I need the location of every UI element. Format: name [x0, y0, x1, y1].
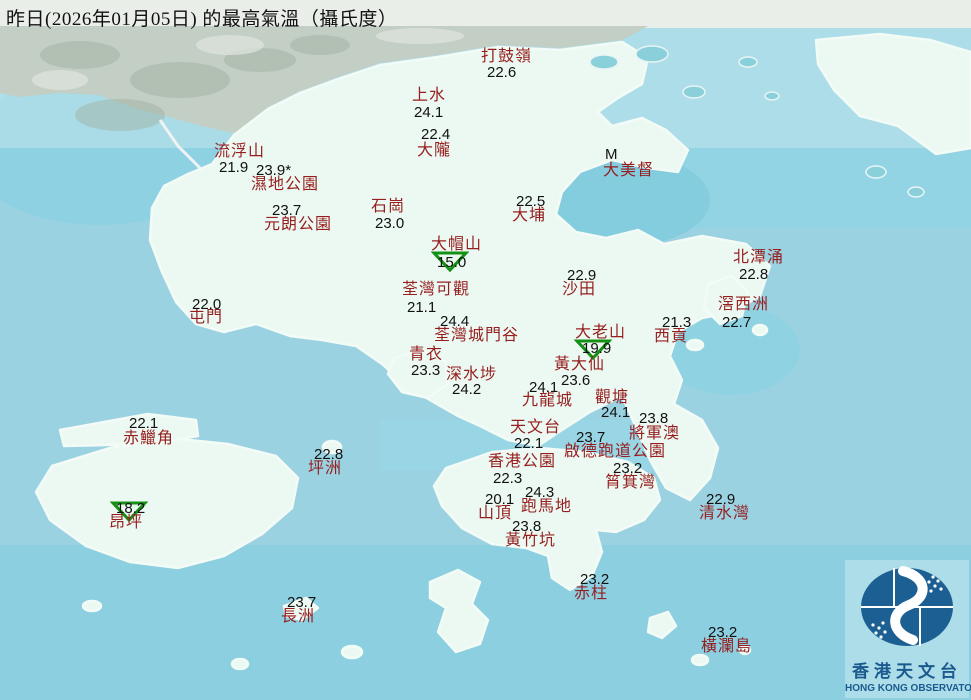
station-name: 元朗公園 [264, 216, 333, 233]
station-temperature-value: 18.2 [116, 500, 146, 517]
station-temperature-value: 19.9 [582, 340, 612, 357]
station-temperature-value: 22.1 [129, 415, 159, 432]
station-temperature-value: 23.2 [708, 624, 738, 641]
station-name: 黃大仙 [554, 356, 606, 373]
station-temperature-value: 22.5 [516, 193, 546, 210]
station-temperature-value: 22.3 [493, 470, 523, 487]
station-temperature-value: 24.2 [452, 381, 482, 398]
station-name: 滘西洲 [718, 296, 770, 313]
hko-logo-icon [861, 566, 953, 646]
station-name: 大帽山 [431, 236, 483, 253]
station-temperature-value: 23.6 [561, 372, 591, 389]
station-temperature-value: 22.8 [739, 266, 769, 283]
station-temperature-value: 23.2 [580, 571, 610, 588]
station-temperature-value: 22.9 [706, 491, 736, 508]
station-temperature-value: 23.7 [272, 202, 302, 219]
station-temperature-value: 23.3 [411, 362, 441, 379]
station-temperature-value: 21.3 [662, 314, 692, 331]
station-temperature-value: 21.1 [407, 299, 437, 316]
station-temperature-value: 22.6 [487, 64, 517, 81]
station-temperature-value: 22.0 [192, 296, 222, 313]
station-temperature-value: 22.8 [314, 446, 344, 463]
station-name: 大埔 [512, 207, 547, 224]
station-temperature-value: 22.9 [567, 267, 597, 284]
station-name: 大美督 [603, 162, 655, 179]
station-temperature-value: 22.7 [722, 314, 752, 331]
station-temperature-value: 21.9 [219, 159, 249, 176]
station-name: 上水 [412, 87, 447, 104]
station-temperature-value: 23.7 [287, 594, 317, 611]
station-temperature-value: 22.4 [421, 126, 451, 143]
station-temperature-value: 24.1 [601, 404, 631, 421]
station-name: 橫瀾島 [701, 638, 753, 655]
station-name: 荃灣城門谷 [434, 327, 520, 344]
station-name: 香港公園 [488, 453, 557, 470]
station-temperature-value: 23.2 [613, 460, 643, 477]
hko-logo-en-text: HONG KONG OBSERVATORY [845, 683, 971, 694]
station-name: 沙田 [562, 281, 597, 298]
station-name: 荃灣可觀 [402, 281, 471, 298]
page-title: 昨日(2026年01月05日) 的最高氣溫（攝氏度） [6, 9, 398, 30]
station-temperature-value: 24.1 [529, 379, 559, 396]
station-name: 黃竹坑 [505, 532, 557, 549]
stations-layer: 打鼓嶺 22.6 上水 24.1 大隴 22.4 流浮山 21.9 濕地公園 23.9* 元朗公園 2… [0, 0, 971, 700]
station-name: 青衣 [409, 346, 444, 363]
station-name: 流浮山 [214, 143, 266, 160]
station-temperature-value: 22.1 [514, 435, 544, 452]
station-name: 啟德跑道公園 [564, 443, 667, 460]
station-temperature-value: 15.0 [437, 254, 467, 271]
station-temperature-value: 20.1 [485, 491, 515, 508]
station-name: 大隴 [417, 142, 452, 159]
station-name: 清水灣 [699, 505, 751, 522]
weather-map-page: 昨日(2026年01月05日) 的最高氣溫（攝氏度） 打鼓嶺 22.6 上水 24.1… [0, 0, 971, 700]
station-temperature-value: 24.4 [440, 313, 470, 330]
station-temperature-value: 24.1 [414, 104, 444, 121]
station-name: 將軍澳 [629, 425, 681, 442]
station-name: 昂坪 [109, 514, 144, 531]
station-name: 西貢 [654, 328, 689, 345]
station-temperature-value: 23.8 [639, 410, 669, 427]
station-name: 天文台 [510, 419, 562, 436]
hko-logo-zh-text: 香港天文台 [852, 662, 962, 681]
station-name: 石崗 [371, 198, 406, 215]
station-name: 筲箕灣 [605, 474, 657, 491]
station-name: 赤鱲角 [123, 430, 175, 447]
station-name: 長洲 [281, 608, 316, 625]
station-temperature-value: 24.3 [525, 484, 555, 501]
station-temperature-value: 23.9* [256, 162, 292, 179]
station-temperature-value: 23.0 [375, 215, 405, 232]
missing-data-flag: M [605, 146, 618, 163]
station-name: 跑馬地 [521, 498, 573, 515]
station-name: 北潭涌 [733, 249, 785, 266]
station-name: 赤柱 [574, 585, 609, 602]
station-name: 坪洲 [308, 460, 343, 477]
station-name: 打鼓嶺 [481, 48, 533, 65]
station-name: 大老山 [575, 324, 627, 341]
station-temperature-value: 23.8 [512, 518, 542, 535]
station-name: 山頂 [478, 505, 513, 522]
hko-logo: 香港天文台 HONG KONG OBSERVATORY [845, 560, 971, 698]
station-temperature-value: 23.7 [576, 429, 606, 446]
station-name: 濕地公園 [251, 176, 320, 193]
